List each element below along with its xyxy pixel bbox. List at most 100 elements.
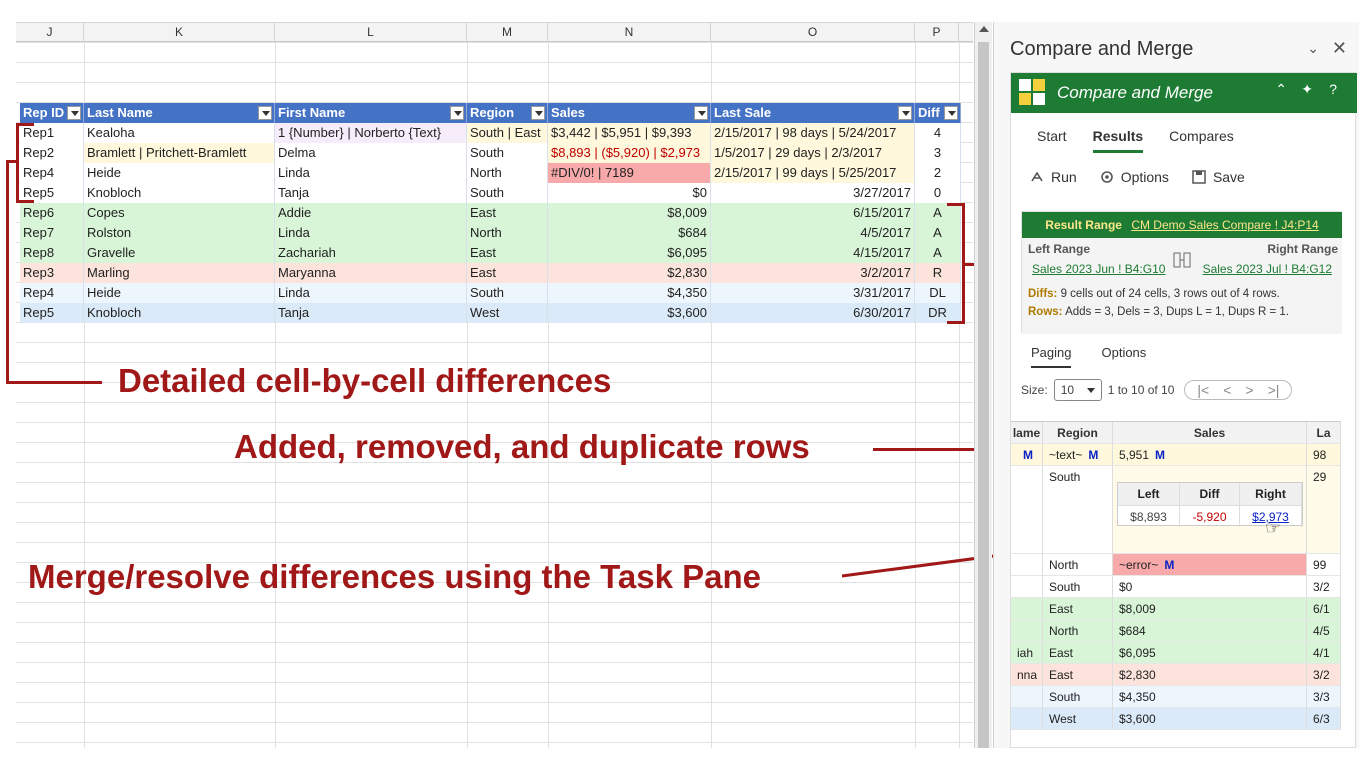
table-row[interactable]: Rep2 Bramlett | Pritchett-Bramlett Delma… [20, 143, 961, 163]
header-first-name[interactable]: First Name [275, 103, 467, 123]
pager: |< < > >| [1184, 380, 1293, 400]
table-row[interactable]: South $4,350 3/3 [1011, 686, 1341, 708]
header-rep-id[interactable]: Rep ID [20, 103, 84, 123]
table-row[interactable]: Rep1 Kealoha 1 {Number} | Norberto {Text… [20, 123, 961, 143]
compare-icon [1173, 252, 1191, 268]
table-row[interactable]: East $8,009 6/1 [1011, 598, 1341, 620]
filter-dropdown-icon[interactable] [258, 106, 272, 120]
filter-dropdown-icon[interactable] [694, 106, 708, 120]
scroll-up-icon[interactable] [979, 26, 989, 32]
left-range-label: Left Range [1028, 242, 1091, 256]
table-row[interactable]: iah East $6,095 4/1 [1011, 642, 1341, 664]
header-region[interactable]: Region [467, 103, 548, 123]
rows-summary: Rows: Adds = 3, Dels = 3, Dups L = 1, Du… [1028, 306, 1290, 318]
save-icon [1192, 170, 1206, 184]
filter-dropdown-icon[interactable] [450, 106, 464, 120]
table-row[interactable]: Rep4 Heide Linda North #DIV/0! | 7189 2/… [20, 163, 961, 183]
filter-dropdown-icon[interactable] [944, 106, 958, 120]
results-toolbar: Run Options Save [1029, 169, 1245, 185]
help-icon[interactable]: ? [1329, 81, 1337, 97]
tab-paging[interactable]: Paging [1031, 345, 1072, 368]
tab-paging-options[interactable]: Options [1101, 345, 1146, 368]
column-header-o[interactable]: O [711, 23, 915, 43]
table-row[interactable]: Rep8 Gravelle Zachariah East $6,095 4/15… [20, 243, 961, 263]
chevron-up-icon[interactable]: ⌃ [1275, 81, 1287, 98]
bracket-line [947, 203, 965, 206]
last-page-icon[interactable]: >| [1268, 382, 1280, 398]
header-last-sale[interactable]: Last Sale [711, 103, 915, 123]
table-row[interactable]: West $3,600 6/3 [1011, 708, 1341, 730]
sheet-vertical-scrollbar[interactable] [974, 22, 992, 748]
tab-start[interactable]: Start [1037, 123, 1067, 153]
bracket-line [873, 448, 986, 451]
right-range-label: Right Range [1267, 242, 1338, 256]
table-row[interactable]: Rep6 Copes Addie East $8,009 6/15/2017 A [20, 203, 961, 223]
popup-left-value[interactable]: $8,893 [1118, 505, 1180, 527]
bracket-line [16, 123, 19, 203]
column-header-k[interactable]: K [84, 23, 275, 43]
options-label: Options [1120, 169, 1169, 185]
table-row[interactable]: North ~error~ M 99 [1011, 554, 1341, 576]
hand-cursor-icon: ☞ [1265, 518, 1282, 538]
result-range-link[interactable]: CM Demo Sales Compare ! J4:P14 [1131, 218, 1318, 232]
right-range-link[interactable]: Sales 2023 Jul ! B4:G12 [1203, 262, 1332, 276]
column-header-m[interactable]: M [467, 23, 548, 43]
compare-results-table: Rep ID Last Name First Name Region Sales… [20, 103, 961, 323]
options-button[interactable]: Options [1099, 169, 1169, 185]
column-header-p[interactable]: P [915, 23, 959, 43]
task-pane: Compare and Merge ⌄ ✕ Compare and Merge … [993, 22, 1359, 748]
bracket-line [6, 160, 18, 163]
scroll-thumb[interactable] [978, 42, 989, 748]
addin-tabs: Start Results Compares [1011, 123, 1234, 153]
save-button[interactable]: Save [1191, 169, 1245, 185]
filter-dropdown-icon[interactable] [898, 106, 912, 120]
results-grid[interactable]: lame Region Sales La M ~text~ M 5,951 M 98… [1011, 421, 1341, 741]
popup-diff-value: -5,920 [1180, 505, 1240, 527]
first-page-icon[interactable]: |< [1197, 382, 1209, 398]
result-range-header: Result Range CM Demo Sales Compare ! J4:… [1022, 212, 1342, 238]
column-header-n[interactable]: N [548, 23, 711, 43]
table-row[interactable]: M ~text~ M 5,951 M 98 [1011, 444, 1341, 466]
run-button[interactable]: Run [1029, 169, 1077, 185]
pin-icon[interactable]: ✦ [1301, 81, 1313, 98]
run-icon [1031, 171, 1043, 182]
close-icon[interactable]: ✕ [1332, 38, 1347, 59]
size-label: Size: [1021, 383, 1048, 397]
column-header-j[interactable]: J [16, 23, 84, 43]
annotation-merge: Merge/resolve differences using the Task… [28, 558, 761, 595]
spreadsheet: J K L M N O P Rep ID Last Name First Nam… [0, 0, 1283, 768]
table-row[interactable]: Rep7 Rolston Linda North $684 4/5/2017 A [20, 223, 961, 243]
table-row[interactable]: Rep4 Heide Linda South $4,350 3/31/2017 … [20, 283, 961, 303]
table-row[interactable]: Rep5 Knobloch Tanja West $3,600 6/30/201… [20, 303, 961, 323]
annotation-rows: Added, removed, and duplicate rows [234, 428, 810, 465]
addin-title: Compare and Merge [1057, 83, 1213, 102]
table-row[interactable]: Rep5 Knobloch Tanja South $0 3/27/2017 0 [20, 183, 961, 203]
results-grid-header: lame Region Sales La [1011, 422, 1341, 444]
filter-dropdown-icon[interactable] [531, 106, 545, 120]
prev-page-icon[interactable]: < [1223, 382, 1231, 398]
save-label: Save [1212, 169, 1245, 185]
table-row[interactable]: nna East $2,830 3/2 [1011, 664, 1341, 686]
paging-tabs: Paging Options [1031, 345, 1146, 368]
gear-icon [1100, 171, 1113, 183]
addin-panel: Compare and Merge ⌃ ✦ ? Start Results Co… [1010, 72, 1357, 748]
next-page-icon[interactable]: > [1245, 382, 1253, 398]
filter-dropdown-icon[interactable] [67, 106, 81, 120]
result-range-label: Result Range [1045, 218, 1122, 232]
table-row[interactable]: North $684 4/5 [1011, 620, 1341, 642]
paging-controls: Size: 10 1 to 10 of 10 |< < > >| [1021, 379, 1293, 401]
page-range-text: 1 to 10 of 10 [1107, 383, 1175, 397]
left-range-link[interactable]: Sales 2023 Jun ! B4:G10 [1032, 262, 1165, 276]
header-last-name[interactable]: Last Name [84, 103, 275, 123]
header-sales[interactable]: Sales [548, 103, 711, 123]
bracket-line [947, 321, 965, 324]
table-row[interactable]: South $0 3/2 [1011, 576, 1341, 598]
bracket-line [6, 160, 9, 384]
table-row[interactable]: Rep3 Marling Maryanna East $2,830 3/2/20… [20, 263, 961, 283]
column-header-l[interactable]: L [275, 23, 467, 43]
chevron-down-icon[interactable]: ⌄ [1307, 40, 1319, 57]
tab-results[interactable]: Results [1092, 123, 1144, 153]
page-size-select[interactable]: 10 [1053, 379, 1102, 401]
header-diff[interactable]: Diff [915, 103, 961, 123]
tab-compares[interactable]: Compares [1169, 123, 1234, 153]
